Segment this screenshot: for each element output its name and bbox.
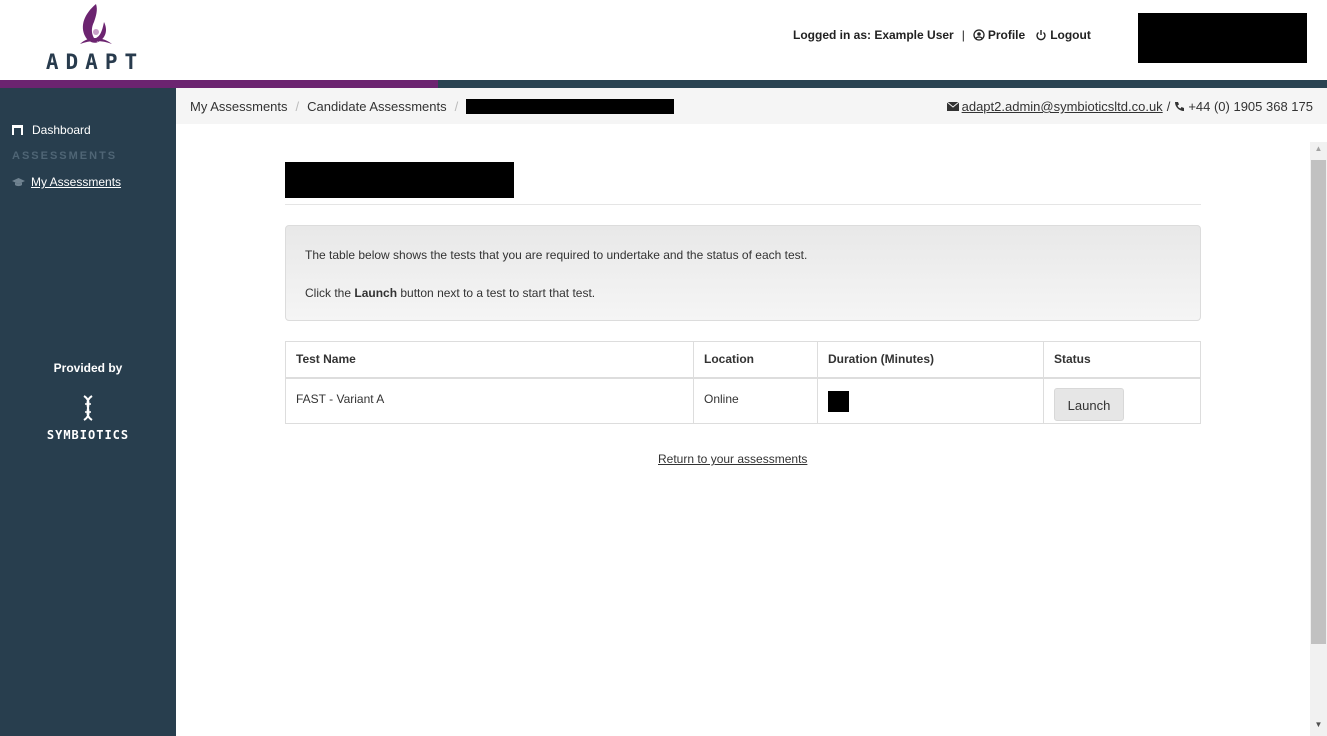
- instructions-line-1: The table below shows the tests that you…: [305, 248, 808, 262]
- column-header-status: Status: [1043, 341, 1201, 379]
- adapt-flame-icon: [80, 4, 112, 44]
- user-icon: [973, 29, 985, 41]
- sidebar-item-dashboard[interactable]: Dashboard: [12, 123, 91, 137]
- redacted-breadcrumb-item: [466, 99, 675, 114]
- column-header-duration: Duration (Minutes): [817, 341, 1044, 379]
- breadcrumb-separator: /: [454, 99, 459, 114]
- scroll-down-arrow-icon[interactable]: ▼: [1310, 720, 1327, 734]
- provided-by-label: Provided by: [53, 361, 123, 375]
- table-header-row: Test Name Location Duration (Minutes) St…: [285, 341, 1201, 379]
- breadcrumb-item-my-assessments[interactable]: My Assessments: [190, 99, 288, 114]
- scrollbar-thumb[interactable]: [1311, 160, 1326, 644]
- support-phone: +44 (0) 1905 368 175: [1188, 99, 1313, 114]
- breadcrumb-separator: /: [295, 99, 300, 114]
- redacted-client-logo: [1138, 13, 1307, 63]
- instructions-box: The table below shows the tests that you…: [285, 225, 1201, 321]
- dashboard-icon: [12, 125, 23, 135]
- profile-link[interactable]: Profile: [973, 28, 1025, 42]
- breadcrumb: My Assessments / Candidate Assessments /: [190, 99, 675, 114]
- launch-button[interactable]: Launch: [1054, 387, 1124, 421]
- title-divider: [285, 204, 1201, 205]
- column-header-test-name: Test Name: [285, 341, 694, 379]
- contact-info: adapt2.admin@symbioticsltd.co.uk / +44 (…: [946, 99, 1313, 114]
- adapt-logo[interactable]: ADAPT: [40, 2, 150, 76]
- logged-in-label: Logged in as: Example User: [793, 28, 954, 42]
- sidebar-item-label: My Assessments: [31, 175, 122, 189]
- adapt-logo-text: ADAPT: [45, 50, 145, 74]
- cell-test-name: FAST - Variant A: [285, 377, 694, 424]
- cell-status: Launch: [1043, 377, 1201, 424]
- sidebar: Dashboard ASSESSMENTS My Assessments Pro…: [0, 88, 176, 736]
- accent-bar-teal: [438, 80, 1327, 88]
- tests-table: Test Name Location Duration (Minutes) St…: [285, 341, 1201, 424]
- instructions-line-2: Click the Launch button next to a test t…: [305, 286, 595, 300]
- table-row: FAST - Variant A Online Launch: [285, 377, 1201, 424]
- logout-link[interactable]: Logout: [1035, 28, 1091, 42]
- column-header-location: Location: [693, 341, 818, 379]
- sidebar-item-label: Dashboard: [32, 123, 91, 137]
- redacted-duration: [828, 390, 849, 412]
- envelope-icon: [946, 102, 959, 111]
- profile-label: Profile: [987, 28, 1026, 42]
- logout-label: Logout: [1050, 28, 1091, 42]
- scroll-up-arrow-icon[interactable]: ▲: [1310, 144, 1327, 158]
- instructions-text: button next to a test to start that test…: [397, 286, 596, 300]
- user-separator: |: [961, 28, 965, 42]
- symbiotics-logo-text: SYMBIOTICS: [46, 428, 130, 442]
- breadcrumb-bar: My Assessments / Candidate Assessments /…: [176, 88, 1327, 124]
- breadcrumb-item-candidate-assessments[interactable]: Candidate Assessments: [307, 99, 446, 114]
- dna-helix-icon: [83, 395, 93, 421]
- sidebar-item-my-assessments[interactable]: My Assessments: [12, 175, 121, 189]
- accent-bar-purple: [0, 80, 438, 88]
- phone-icon: [1175, 102, 1185, 111]
- symbiotics-logo[interactable]: SYMBIOTICS: [0, 395, 176, 442]
- contact-separator: /: [1166, 99, 1171, 114]
- cell-location: Online: [693, 377, 818, 424]
- sidebar-section-assessments: ASSESSMENTS: [12, 150, 118, 162]
- graduation-cap-icon: [12, 177, 25, 186]
- return-to-assessments-link[interactable]: Return to your assessments: [658, 452, 807, 466]
- cell-duration: [817, 377, 1044, 424]
- redacted-page-title: [285, 162, 514, 198]
- instructions-bold-launch: Launch: [354, 286, 398, 300]
- power-icon: [1036, 30, 1046, 41]
- instructions-text: Click the: [305, 286, 355, 300]
- user-area: Logged in as: Example User | Profile Log…: [793, 28, 1101, 42]
- support-email-link[interactable]: adapt2.admin@symbioticsltd.co.uk: [962, 99, 1163, 114]
- header: ADAPT Logged in as: Example User | Profi…: [0, 0, 1327, 80]
